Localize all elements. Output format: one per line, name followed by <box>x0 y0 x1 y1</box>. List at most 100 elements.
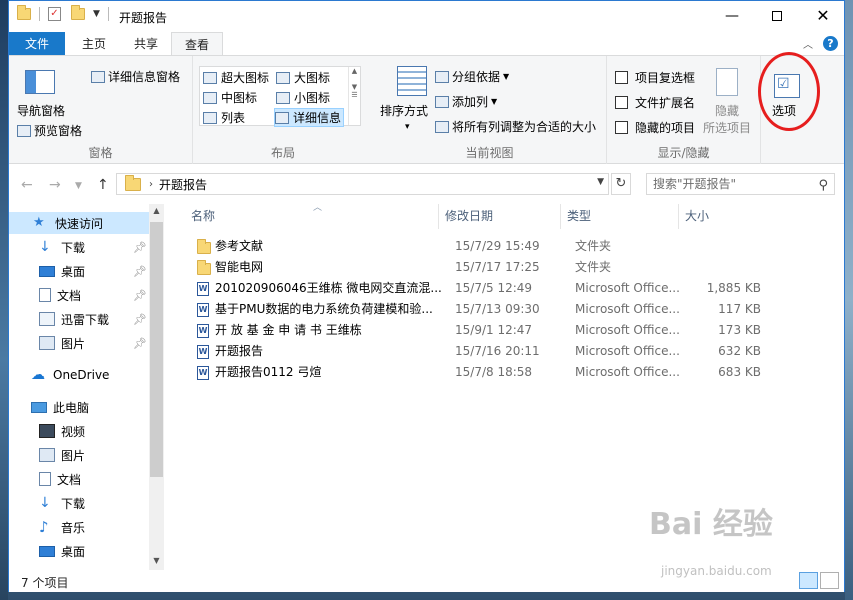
tab-file[interactable]: 文件 <box>9 32 65 56</box>
ribbon-tabs: 文件 主页 共享 查看 ︿ ? <box>9 32 844 56</box>
forward-arrow-icon[interactable]: → <box>49 177 61 193</box>
word-document-icon: W <box>197 282 209 296</box>
search-input[interactable]: 搜索"开题报告" ⚲ <box>646 173 835 195</box>
layout-list[interactable]: 列表 <box>203 109 245 126</box>
hide-selected-icon <box>716 68 738 96</box>
nav-onedrive[interactable]: ☁ OneDrive <box>9 364 109 386</box>
size-all-columns-button[interactable]: 将所有列调整为合适的大小 <box>435 118 596 135</box>
address-bar[interactable]: › 开题报告 ▼ <box>116 173 609 195</box>
layout-label: 大图标 <box>294 71 331 85</box>
nav-pc-documents[interactable]: 文档 <box>9 468 81 490</box>
layout-details[interactable]: 详细信息 <box>274 108 345 127</box>
nav-scrollbar[interactable]: ▲ ▼ <box>149 204 164 570</box>
column-header-size[interactable]: 大小 <box>679 204 747 229</box>
layout-medium-icons[interactable]: 中图标 <box>203 89 257 106</box>
scroll-up-icon[interactable]: ▲ <box>149 206 164 215</box>
chevron-up-icon[interactable]: ︿ <box>803 36 813 51</box>
nav-desktop[interactable]: 桌面 <box>9 260 85 282</box>
file-row[interactable]: W 开题报告 15/7/16 20:11 Microsoft Office... 632… <box>185 341 765 362</box>
back-arrow-icon[interactable]: ← <box>21 177 33 193</box>
nav-pc-downloads[interactable]: ↓ 下载 <box>9 492 85 514</box>
pictures-icon <box>39 336 55 350</box>
tab-share[interactable]: 共享 <box>121 32 171 56</box>
details-pane-icon <box>91 70 105 83</box>
scroll-down-icon[interactable]: ▼ <box>149 556 164 565</box>
item-count: 7 个项目 <box>21 576 69 590</box>
customize-toolbar-icon[interactable]: ▼ <box>93 9 100 19</box>
nav-label: 快速访问 <box>55 216 104 231</box>
chevron-right-icon[interactable]: › <box>149 179 153 190</box>
item-checkboxes-toggle[interactable]: 项目复选框 <box>615 69 695 86</box>
maximize-button[interactable] <box>754 1 800 31</box>
sort-by-label: 排序方式 <box>380 104 429 118</box>
quick-access-toolbar: ✓ ▼ <box>17 5 113 21</box>
checkbox[interactable] <box>615 121 628 134</box>
pin-icon[interactable]: 📌︎ <box>133 241 147 254</box>
nav-thunder-downloads[interactable]: 迅雷下载 <box>9 308 109 330</box>
file-row[interactable]: 参考文献 15/7/29 15:49 文件夹 <box>185 236 765 257</box>
details-pane-button[interactable]: 详细信息窗格 <box>91 68 180 85</box>
pin-icon[interactable]: 📌︎ <box>133 289 147 302</box>
nav-this-pc[interactable]: 此电脑 <box>9 396 89 418</box>
close-button[interactable]: ✕ <box>800 1 846 31</box>
nav-label: 文档 <box>57 288 82 303</box>
hide-button[interactable]: 隐藏 <box>715 102 739 119</box>
checkbox[interactable] <box>615 71 628 84</box>
checkbox[interactable] <box>615 96 628 109</box>
file-row[interactable]: W 开 放 基 金 申 请 书 王维栋 15/9/1 12:47 Microsoft … <box>185 320 765 341</box>
chevron-down-icon: ▼ <box>503 72 510 81</box>
nav-documents[interactable]: 文档 <box>9 284 81 306</box>
column-header-name[interactable]: 名称 <box>185 204 439 229</box>
up-arrow-icon[interactable]: ↑ <box>97 177 109 193</box>
large-icons-view-icon[interactable] <box>820 572 839 589</box>
file-row[interactable]: W 基于PMU数据的电力系统负荷建模和验... 15/7/13 09:30 Micro… <box>185 299 765 320</box>
layout-gallery-scroll[interactable]: ▲ ▼ ☰ <box>348 67 360 125</box>
item-checkboxes-label: 项目复选框 <box>635 71 696 85</box>
selected-items-label: 所选项目 <box>703 121 752 135</box>
column-header-type[interactable]: 类型 <box>561 204 679 229</box>
help-icon[interactable]: ? <box>823 36 838 51</box>
properties-icon[interactable]: ✓ <box>48 7 61 21</box>
file-name: 开题报告 <box>215 344 264 358</box>
sort-icon <box>397 66 427 96</box>
file-row[interactable]: W 201020906046王维栋 微电网交直流混... 15/7/5 12:49 M… <box>185 278 765 299</box>
layout-extra-large-icons[interactable]: 超大图标 <box>203 69 269 86</box>
navigation-pane-button[interactable]: 导航窗格 <box>17 102 65 119</box>
scrollbar-thumb[interactable] <box>150 222 163 477</box>
pin-icon[interactable]: 📌︎ <box>133 313 147 326</box>
address-path[interactable]: 开题报告 <box>159 176 207 193</box>
minimize-button[interactable]: — <box>709 1 755 31</box>
nav-downloads[interactable]: ↓ 下载 <box>9 236 85 258</box>
file-row[interactable]: 智能电网 15/7/17 17:25 文件夹 <box>185 257 765 278</box>
details-view-icon[interactable] <box>799 572 818 589</box>
nav-quick-access[interactable]: ★ 快速访问 <box>9 212 149 234</box>
tab-view[interactable]: 查看 <box>171 32 223 56</box>
nav-pc-desktop[interactable]: 桌面 <box>9 540 85 562</box>
recent-locations-icon[interactable]: ▼ <box>75 181 82 191</box>
group-by-button[interactable]: 分组依据 ▼ <box>435 68 509 85</box>
layout-large-icons[interactable]: 大图标 <box>276 69 330 86</box>
pin-icon[interactable]: 📌︎ <box>133 337 147 350</box>
search-icon[interactable]: ⚲ <box>818 176 828 196</box>
file-row[interactable]: W 开题报告0112 弓煊 15/7/8 18:58 Microsoft Office… <box>185 362 765 383</box>
tab-home[interactable]: 主页 <box>69 32 119 56</box>
hidden-items-toggle[interactable]: 隐藏的项目 <box>615 119 695 136</box>
panes-group: 导航窗格 预览窗格 详细信息窗格 窗格 <box>9 56 193 164</box>
new-folder-icon[interactable] <box>71 5 85 20</box>
refresh-button[interactable]: ↻ <box>611 173 631 195</box>
chevron-down-icon[interactable]: ▼ <box>597 177 604 187</box>
hide-label: 隐藏 <box>715 104 740 118</box>
add-columns-button[interactable]: 添加列 ▼ <box>435 93 497 110</box>
pin-icon[interactable]: 📌︎ <box>133 265 147 278</box>
nav-videos[interactable]: 视频 <box>9 420 85 442</box>
sort-by-button[interactable]: 排序方式 <box>380 102 428 119</box>
nav-pc-pictures[interactable]: 图片 <box>9 444 85 466</box>
layout-small-icons[interactable]: 小图标 <box>276 89 330 106</box>
preview-pane-button[interactable]: 预览窗格 <box>17 122 82 139</box>
nav-pictures[interactable]: 图片 <box>9 332 85 354</box>
nav-music[interactable]: ♪ 音乐 <box>9 516 85 538</box>
column-header-date[interactable]: 修改日期 <box>439 204 561 229</box>
size-all-columns-label: 将所有列调整为合适的大小 <box>452 120 597 134</box>
file-extensions-toggle[interactable]: 文件扩展名 <box>615 94 695 111</box>
folder-icon <box>197 239 211 254</box>
